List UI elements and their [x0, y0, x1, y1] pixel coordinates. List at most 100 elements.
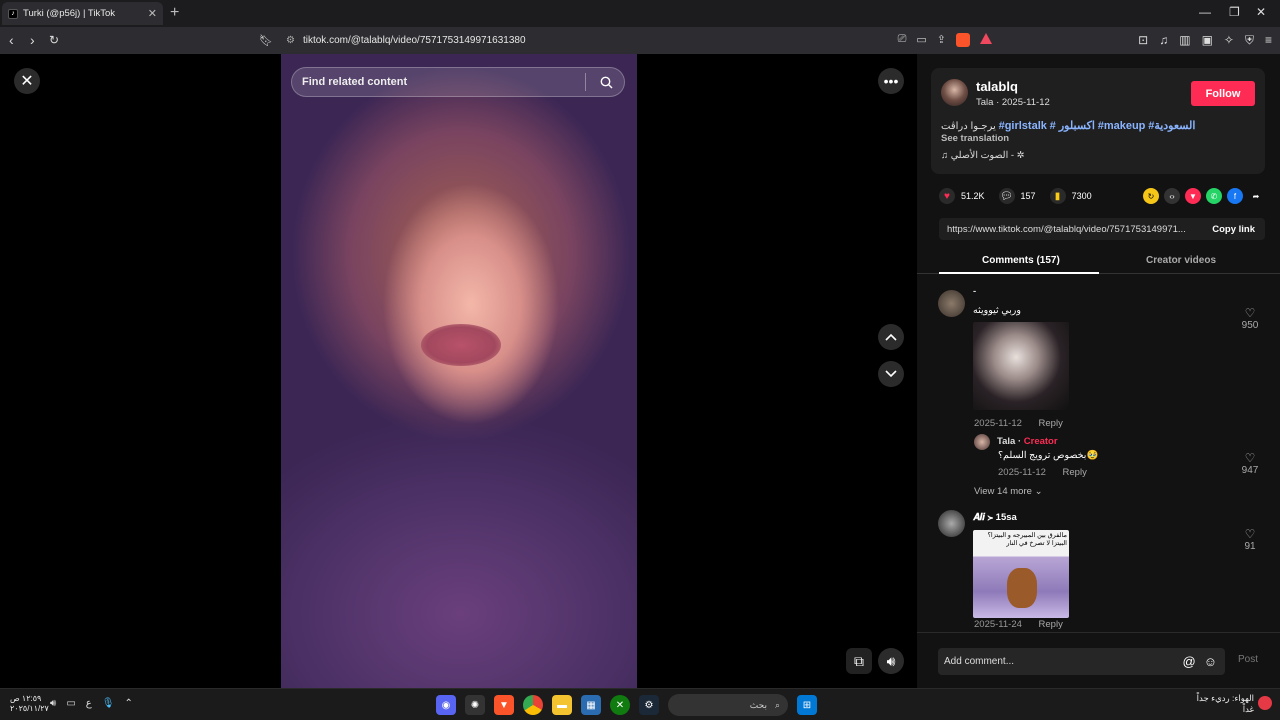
favorite-button[interactable]: ▮ 7300	[1049, 188, 1092, 204]
reload-button[interactable]: ↻	[49, 33, 59, 47]
comment-input[interactable]: Add comment... @ ☺	[938, 648, 1225, 675]
windows-start-icon[interactable]: ⊞	[797, 695, 817, 715]
site-info-icon[interactable]: ⚙	[286, 35, 295, 46]
screenshot-icon[interactable]: ⊡	[1138, 33, 1148, 48]
comment-like-button[interactable]: ♡ 947	[1235, 451, 1265, 476]
hashtag-link[interactable]: #السعودية	[1148, 120, 1195, 132]
xbox-icon[interactable]: ✕	[610, 695, 630, 715]
menu-icon[interactable]: ≡	[1265, 33, 1272, 48]
forward-button[interactable]: ›	[30, 32, 35, 48]
air-quality-icon	[1258, 696, 1272, 710]
speaker-icon[interactable]: 🔊︎	[50, 698, 56, 709]
avatar[interactable]	[938, 510, 965, 537]
repost-icon[interactable]: ↻	[1143, 188, 1159, 204]
share-icon[interactable]: ➦	[1248, 188, 1264, 204]
comment-button[interactable]: 💬︎ 157	[998, 188, 1036, 204]
more-options-icon[interactable]: •••	[878, 68, 904, 94]
close-window-button[interactable]: ✕	[1256, 5, 1266, 19]
close-tab-icon[interactable]: ✕	[148, 7, 157, 20]
reply-author-name[interactable]: Tala	[997, 436, 1015, 447]
previous-video-button[interactable]	[878, 324, 904, 350]
comment-meta: 2025-11-24 Reply	[974, 619, 1063, 630]
brave-rewards-icon[interactable]	[980, 33, 992, 44]
wallet-icon[interactable]: ▣	[1202, 33, 1213, 48]
maximize-button[interactable]: ❐	[1229, 5, 1240, 19]
avatar[interactable]	[938, 290, 965, 317]
close-video-button[interactable]: ✕	[14, 68, 40, 94]
bookmark-icon[interactable]: 🔖︎	[259, 34, 273, 47]
comment-list[interactable]: - وربي ثيوويثه 2025-11-12 Reply ♡ 950 Ta…	[917, 276, 1280, 630]
whatsapp-icon[interactable]: ✆	[1206, 188, 1222, 204]
reader-mode-icon[interactable]: ⎚	[898, 33, 907, 47]
reply-button[interactable]: Reply	[1039, 418, 1063, 429]
minimize-button[interactable]: —	[1199, 5, 1211, 19]
weather-line-1: الهواء: رديء جداً	[1196, 693, 1254, 703]
clock-date: ٢٠٢٥/١١/٢٧	[10, 704, 49, 713]
send-to-friends-icon[interactable]: ▼	[1185, 188, 1201, 204]
view-more-replies-button[interactable]: View 14 more ⌄	[974, 486, 1043, 497]
weather-widget[interactable]: الهواء: رديء جداً غداً	[1197, 693, 1254, 715]
new-tab-button[interactable]: +	[170, 4, 179, 22]
mention-icon[interactable]: @	[1183, 654, 1196, 669]
tab-comments[interactable]: Comments (157)	[982, 255, 1060, 266]
network-icon[interactable]: ▭	[66, 698, 75, 709]
comment-like-button[interactable]: ♡ 91	[1235, 527, 1265, 552]
comment-author[interactable]: 𝑨𝒍𝒊 ≻ 15sa	[973, 512, 1017, 523]
like-button[interactable]: ♥ 51.2K	[939, 188, 985, 204]
media-icon[interactable]: ♫	[1159, 33, 1168, 48]
video-player[interactable]: Find related content	[281, 54, 637, 688]
chatgpt-icon[interactable]: ✺	[465, 695, 485, 715]
see-translation-link[interactable]: See translation	[941, 133, 1009, 144]
embed-icon[interactable]: ‹›	[1164, 188, 1180, 204]
hashtag-link[interactable]: #girlstalk	[999, 120, 1047, 132]
microsoft-store-icon[interactable]: ▦	[581, 695, 601, 715]
avatar[interactable]	[974, 434, 990, 450]
browser-tab[interactable]: ♪ Turki (@p56j) | TikTok ✕	[2, 2, 163, 25]
vpn-icon[interactable]: ⛨	[1245, 33, 1254, 48]
search-icon[interactable]	[594, 70, 618, 94]
comment-like-button[interactable]: ♡ 950	[1235, 306, 1265, 331]
cast-icon[interactable]: ▭	[916, 33, 926, 47]
file-explorer-icon[interactable]: ▬	[552, 695, 572, 715]
facebook-icon[interactable]: f	[1227, 188, 1243, 204]
avatar[interactable]	[941, 79, 968, 106]
brave-browser-icon[interactable]: ▼	[494, 695, 514, 715]
comment-composer: Add comment... @ ☺ Post	[917, 632, 1280, 688]
reply-button[interactable]: Reply	[1039, 619, 1063, 630]
pip-icon[interactable]: ⧉	[846, 648, 872, 674]
panel-tabs: Comments (157) Creator videos	[917, 250, 1280, 274]
weather-line-2: غداً	[1242, 704, 1254, 714]
comment-author[interactable]: -	[973, 286, 976, 297]
discord-icon[interactable]: ◉	[436, 695, 456, 715]
language-icon[interactable]: ع	[86, 698, 92, 709]
emoji-icon[interactable]: ☺	[1204, 654, 1217, 669]
back-button[interactable]: ‹	[9, 32, 14, 48]
follow-button[interactable]: Follow	[1191, 81, 1255, 106]
chrome-icon[interactable]	[523, 695, 543, 715]
chevron-up-icon[interactable]: ⌃	[124, 698, 132, 709]
post-button[interactable]: Post	[1238, 654, 1258, 665]
steam-icon[interactable]: ⚙	[639, 695, 659, 715]
sidebar-icon[interactable]: ▥	[1179, 33, 1190, 48]
tab-creator-videos[interactable]: Creator videos	[1146, 255, 1216, 266]
comment-date: 2025-11-24	[974, 619, 1022, 630]
video-link: https://www.tiktok.com/@talablq/video/75…	[947, 223, 1186, 235]
music-link[interactable]: ♫ الصوت الأصلي - ✲	[941, 150, 1025, 161]
copy-link-button[interactable]: Copy link	[1202, 224, 1265, 235]
volume-icon[interactable]: 🔊︎	[878, 648, 904, 674]
share-page-icon[interactable]: ⇪	[937, 33, 946, 47]
search-icon: ⌕	[774, 699, 780, 710]
clock[interactable]: ١٢:٥٩ ص ٢٠٢٥/١١/٢٧	[10, 694, 49, 714]
hashtag-link[interactable]: #makeup	[1098, 120, 1146, 132]
leo-ai-icon[interactable]: ✧	[1224, 33, 1234, 48]
taskbar-search-label: بحث	[749, 699, 767, 710]
microphone-icon[interactable]: 🎙︎	[102, 698, 115, 709]
next-video-button[interactable]	[878, 361, 904, 387]
related-search-input[interactable]: Find related content	[291, 67, 625, 97]
username[interactable]: talablq	[976, 79, 1018, 94]
hashtag-link[interactable]: # اكسبلور	[1050, 120, 1095, 132]
taskbar-search[interactable]: بحث ⌕	[668, 694, 788, 716]
address-bar[interactable]: ⚙ tiktok.com/@talablq/video/757175314997…	[278, 30, 1000, 51]
brave-shields-icon[interactable]	[956, 33, 970, 47]
reply-button[interactable]: Reply	[1063, 467, 1087, 478]
